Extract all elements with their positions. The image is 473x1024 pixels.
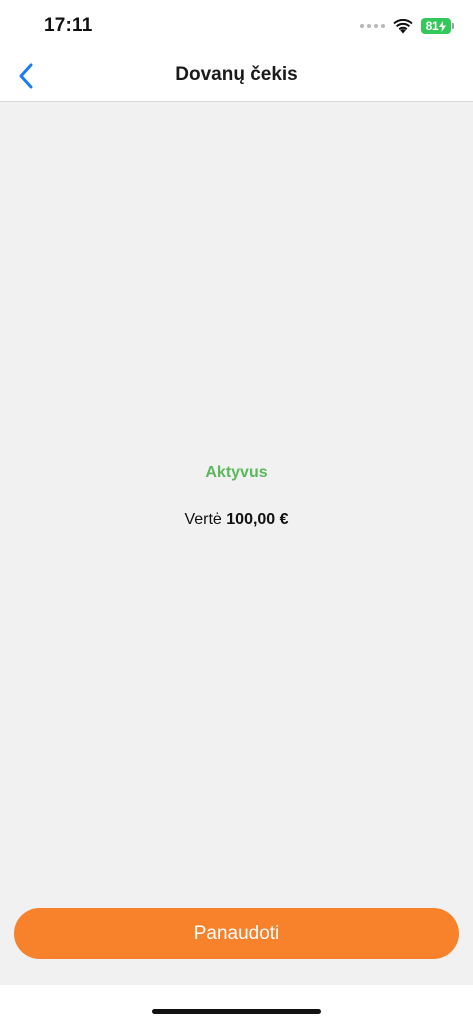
home-indicator[interactable] [152, 1009, 321, 1014]
voucher-value: Vertė 100,00 € [0, 511, 473, 529]
signal-dots-icon [360, 24, 385, 28]
value-amount: 100,00 € [226, 511, 289, 528]
voucher-content: Aktyvus Vertė 100,00 € Panaudoti [0, 102, 473, 985]
wifi-icon [393, 18, 413, 33]
status-time: 17:11 [44, 15, 93, 36]
voucher-status: Aktyvus [205, 464, 268, 481]
status-icons: 81 [360, 16, 454, 36]
battery-charging-icon: 81 [421, 18, 454, 34]
page-title: Dovanų čekis [175, 64, 298, 85]
battery-level: 81 [425, 19, 439, 33]
navigation-bar: Dovanų čekis [0, 50, 473, 102]
use-voucher-button[interactable]: Panaudoti [14, 908, 459, 959]
status-bar: 17:11 81 [0, 0, 473, 50]
value-label: Vertė [184, 511, 222, 528]
home-area [0, 985, 473, 1024]
charging-bolt-icon [439, 20, 447, 32]
